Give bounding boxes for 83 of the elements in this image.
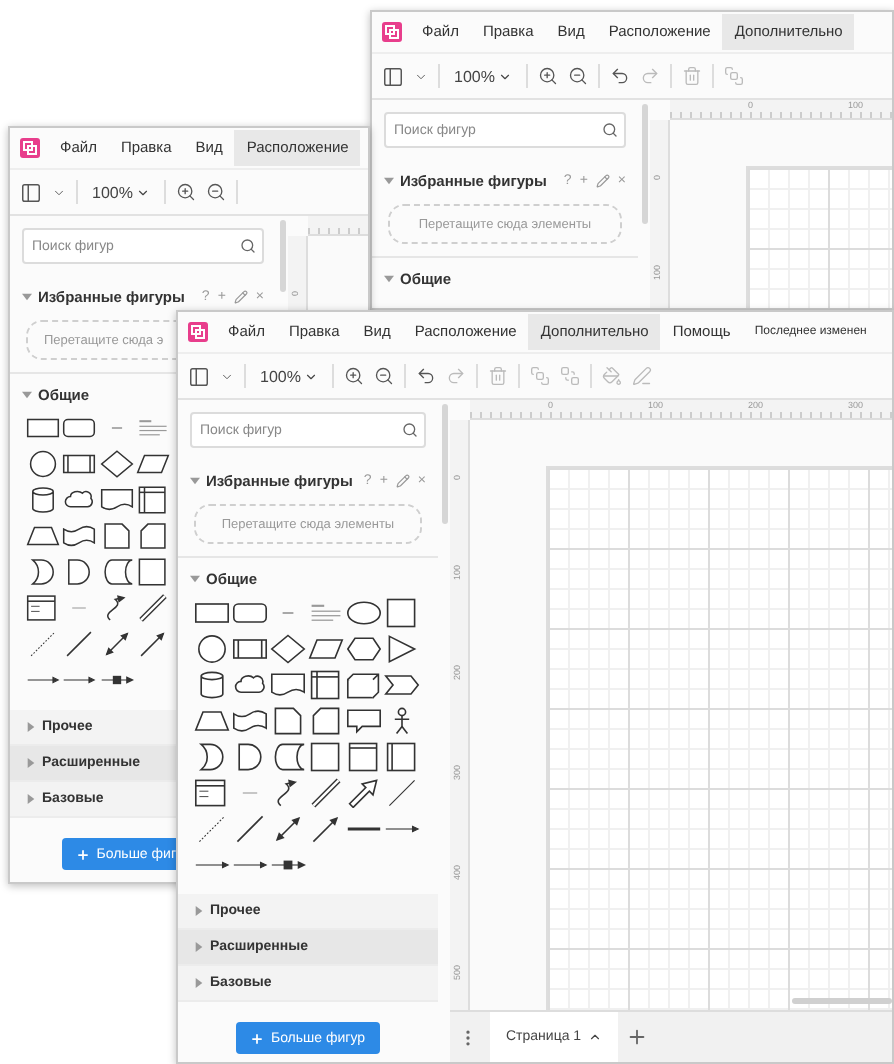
ellipse-icon[interactable] (345, 597, 381, 627)
edit-icon[interactable] (395, 473, 410, 487)
callout-icon[interactable] (345, 705, 381, 735)
scrollbar[interactable] (792, 998, 892, 1004)
note-icon[interactable] (99, 522, 134, 550)
double-arrow-icon[interactable] (136, 594, 171, 622)
trapezoid-icon[interactable] (25, 522, 60, 550)
zoom-dropdown[interactable]: 100% (88, 183, 155, 201)
logo-icon (382, 22, 402, 42)
document-icon[interactable] (99, 486, 134, 514)
caret-icon[interactable] (587, 1030, 602, 1044)
trapezoid-icon[interactable] (193, 705, 229, 735)
cloud-icon[interactable] (231, 669, 267, 699)
stored-data-icon[interactable] (99, 558, 134, 586)
vertical-swimlane-icon[interactable] (383, 741, 419, 771)
rectangle-icon[interactable] (25, 414, 60, 442)
process-icon[interactable] (231, 633, 267, 663)
diamond-icon[interactable] (99, 450, 134, 478)
search-icon[interactable] (602, 122, 618, 138)
line-icon[interactable] (231, 813, 267, 843)
card-icon[interactable] (307, 705, 343, 735)
zoom-in-icon[interactable] (538, 66, 559, 86)
zoom-dropdown[interactable]: 100% (450, 67, 517, 85)
step-icon[interactable] (383, 669, 419, 699)
undo-icon[interactable] (416, 366, 437, 386)
crescent-icon[interactable] (25, 558, 60, 586)
rounded-rectangle-icon[interactable] (62, 414, 97, 442)
caret-icon[interactable] (136, 185, 151, 199)
caret-icon[interactable] (304, 369, 319, 383)
block-arrow-icon[interactable] (345, 777, 381, 807)
internal-storage-icon[interactable] (307, 669, 343, 699)
line-icon[interactable] (62, 630, 97, 658)
cloud-icon[interactable] (62, 486, 97, 514)
line-color-icon[interactable] (632, 366, 653, 386)
plus-icon[interactable] (250, 1031, 265, 1045)
undo-icon[interactable] (610, 66, 631, 86)
arrow-icon[interactable] (307, 813, 343, 843)
double-arrow-icon[interactable] (307, 777, 343, 807)
zoom-out-icon[interactable] (206, 182, 227, 202)
document-icon[interactable] (269, 669, 305, 699)
edit-icon[interactable] (595, 173, 610, 187)
add-page-icon[interactable] (625, 1026, 648, 1048)
container-icon[interactable] (307, 741, 343, 771)
parallelogram-icon[interactable] (307, 633, 343, 663)
circle-icon[interactable] (25, 450, 60, 478)
hexagon-icon[interactable] (345, 633, 381, 663)
search-icon[interactable] (240, 238, 256, 254)
zoom-in-icon[interactable] (344, 366, 365, 386)
list-icon[interactable] (25, 594, 60, 622)
dotted-line-icon[interactable] (25, 630, 60, 658)
zoom-out-icon[interactable] (568, 66, 589, 86)
thin-line-icon[interactable] (383, 777, 419, 807)
zoom-in-icon[interactable] (176, 182, 197, 202)
note-icon[interactable] (269, 705, 305, 735)
search-icon[interactable] (402, 422, 418, 438)
tape-icon[interactable] (62, 522, 97, 550)
logo-icon (20, 138, 40, 158)
diamond-icon[interactable] (269, 633, 305, 663)
swimlane-icon[interactable] (345, 741, 381, 771)
triangle-icon[interactable] (383, 633, 419, 663)
zoom-out-icon[interactable] (374, 366, 395, 386)
tape-icon[interactable] (231, 705, 267, 735)
logo-icon (188, 322, 208, 342)
zoom-dropdown[interactable]: 100% (256, 367, 323, 385)
list-icon[interactable] (193, 777, 229, 807)
dotted-line-icon[interactable] (193, 813, 229, 843)
rectangle-icon[interactable] (193, 597, 229, 627)
panel-icon[interactable] (382, 65, 404, 87)
stored-data-icon[interactable] (269, 741, 305, 771)
circle-icon[interactable] (193, 633, 229, 663)
panel-icon[interactable] (188, 365, 210, 387)
plus-icon[interactable] (76, 847, 91, 861)
rounded-rectangle-icon[interactable] (231, 597, 267, 627)
panel-icon[interactable] (20, 181, 42, 203)
parallelogram-icon[interactable] (136, 450, 171, 478)
internal-storage-icon[interactable] (136, 486, 171, 514)
process-icon[interactable] (62, 450, 97, 478)
card-icon[interactable] (136, 522, 171, 550)
container-icon[interactable] (136, 558, 171, 586)
caret-icon[interactable] (498, 69, 513, 83)
edit-icon[interactable] (233, 289, 248, 303)
square-icon[interactable] (383, 597, 419, 627)
cube-icon[interactable] (345, 669, 381, 699)
